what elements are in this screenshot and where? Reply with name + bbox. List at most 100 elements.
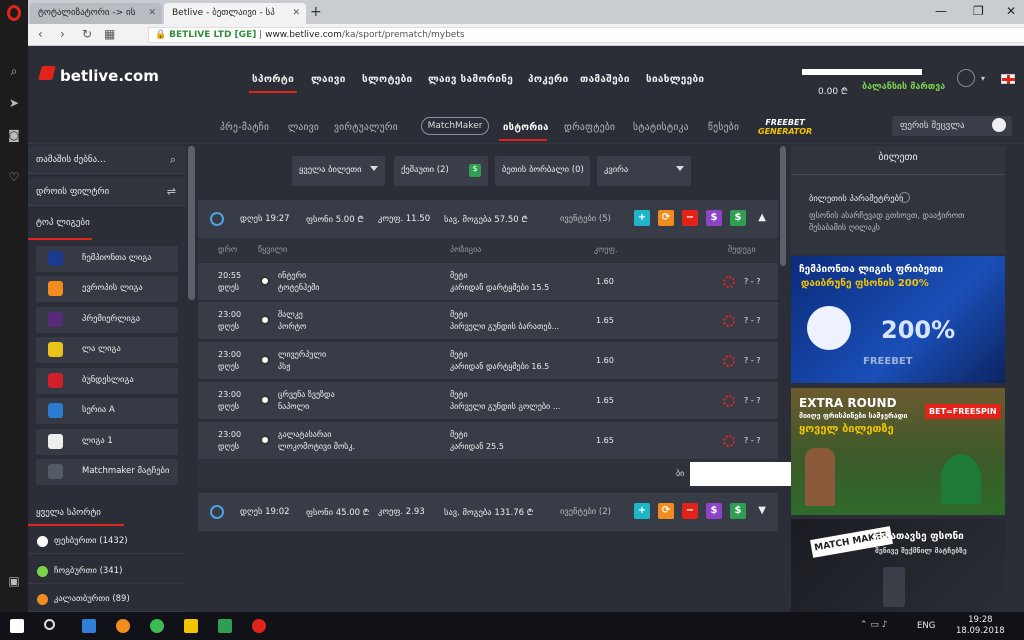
forward-icon[interactable]: ›: [60, 27, 65, 41]
subnav-virtual[interactable]: ვირტუალური: [334, 122, 398, 133]
repeat-button[interactable]: ⟳: [658, 210, 674, 226]
bet-date: დღეს 19:02: [240, 507, 290, 517]
cashout-filter[interactable]: ქეშაუთი (2) $: [394, 156, 488, 186]
nav-live-casino[interactable]: ლაივ სამორინე: [428, 74, 513, 85]
excel-icon[interactable]: [218, 619, 232, 633]
browser-tab-2[interactable]: Betlive - ბეთლაივი - სპ ✕: [164, 3, 306, 24]
sport-item[interactable]: კალათბურთი (89): [28, 588, 186, 612]
chevron-down-icon[interactable]: ▼: [758, 505, 766, 516]
nav-live[interactable]: ლაივი: [311, 74, 346, 85]
repeat-button[interactable]: ⟳: [658, 503, 674, 519]
firefox-icon[interactable]: [116, 619, 130, 633]
search-icon[interactable]: ⌕: [7, 64, 21, 79]
nav-news[interactable]: სიახლეები: [646, 74, 704, 85]
search-icon[interactable]: [44, 619, 55, 630]
time-filter-button[interactable]: დროის ფილტრი ⇌: [28, 178, 186, 206]
freebet-generator-link[interactable]: FREEBET GENERATOR: [758, 118, 812, 136]
info-icon[interactable]: [899, 192, 910, 203]
color-theme-button[interactable]: ფერის შეცვლა: [892, 116, 1012, 136]
send-icon[interactable]: ➤: [7, 96, 21, 110]
bet-row[interactable]: 23:00 დღეს გალატასარაი ლოკომოტივი მოსკ. მე…: [198, 421, 778, 459]
nav-sport[interactable]: სპორტი: [252, 74, 294, 85]
dollar-button[interactable]: $: [706, 503, 722, 519]
bet-row[interactable]: 23:00 დღეს ლივერპული პსჟ მეტი კარიდან დარტყ…: [198, 341, 778, 379]
banner-subtitle: შენივე შექმნილ მატჩებზე: [875, 547, 967, 555]
edge-icon[interactable]: [82, 619, 96, 633]
heart-icon[interactable]: ♡: [7, 170, 21, 184]
browser-tab-1[interactable]: ტოტალიზატორი -> ის ✕: [30, 3, 162, 24]
nav-games[interactable]: თამაშები: [580, 74, 630, 85]
cashout-button[interactable]: $: [730, 210, 746, 226]
subnav-prematch[interactable]: პრე-მატჩი: [220, 122, 269, 133]
tray-icons[interactable]: ⌃ ▭ ♪: [860, 620, 888, 630]
remove-button[interactable]: −: [682, 503, 698, 519]
explorer-icon[interactable]: [184, 619, 198, 633]
close-window-button[interactable]: ✕: [1006, 4, 1016, 18]
champions-freebet-banner[interactable]: ჩემპიონთა ლიგის ფრიბეთი დაიბრუნე ფსონის …: [791, 256, 1005, 383]
league-item[interactable]: ბუნდესლიგა: [36, 368, 178, 394]
opera-icon[interactable]: [252, 619, 266, 633]
subnav-rules[interactable]: წესები: [708, 122, 739, 133]
bet-slip-settings[interactable]: ბილეთის პარამეტრები: [809, 194, 903, 204]
add-button[interactable]: +: [634, 503, 650, 519]
matchmaker-banner[interactable]: MATCH MAKER განათავსე ფსონი შენივე შექმნ…: [791, 519, 1005, 612]
sport-item[interactable]: ჩოგბურთი (341): [28, 560, 186, 584]
nav-slots[interactable]: სლოტები: [362, 74, 413, 85]
period-select[interactable]: კვირა: [597, 156, 691, 186]
matchmaker-button[interactable]: MatchMaker: [421, 117, 489, 135]
user-avatar-icon[interactable]: [957, 69, 975, 87]
sport-item[interactable]: ფეხბურთი (1432): [28, 530, 186, 554]
league-item[interactable]: ევროპის ლიგა: [36, 276, 178, 302]
bet-row[interactable]: 23:00 დღეს შალკე პორტო მეტი პირველი გუნდის …: [198, 301, 778, 339]
game-search-input[interactable]: თამაშის ძებნა... ⌕: [28, 146, 186, 174]
site-logo[interactable]: betlive.com: [60, 67, 159, 85]
subnav-history[interactable]: ისტორია: [503, 122, 549, 133]
league-item[interactable]: ლიგა 1: [36, 429, 178, 455]
league-item[interactable]: სერია A: [36, 398, 178, 424]
bet-header[interactable]: დღეს 19:27 ფსონი 5.00 ₾ კოეფ. 11.50 სავ.…: [198, 200, 778, 238]
cashout-button[interactable]: $: [730, 503, 746, 519]
subnav-drafts[interactable]: დრაფტები: [564, 122, 615, 133]
close-tab-icon[interactable]: ✕: [292, 8, 300, 18]
main-scrollbar[interactable]: [780, 146, 786, 266]
taskbar-clock[interactable]: 19:28 18.09.2018: [956, 615, 1005, 637]
league-item[interactable]: ლა ლიგა: [36, 337, 178, 363]
camera-icon[interactable]: ◙: [7, 128, 21, 142]
georgia-flag-icon[interactable]: [1001, 74, 1015, 84]
url-field[interactable]: 🔒 BETLIVE LTD [GE] | www.betlive.com/ka/…: [148, 27, 1024, 43]
chevron-down-icon[interactable]: ▾: [981, 74, 985, 83]
balance-manage-link[interactable]: ბალანსის მართვა: [862, 82, 945, 92]
bet-row[interactable]: 23:00 დღეს ცრვენა ზვეზდა ნაპოლი მეტი პირველ…: [198, 381, 778, 419]
opera-menu-button[interactable]: [0, 0, 28, 28]
add-button[interactable]: +: [634, 210, 650, 226]
bet-row[interactable]: 20:55 დღეს ინტერი ტოტენჰემი მეტი კარიდან და…: [198, 262, 778, 300]
extra-round-banner[interactable]: EXTRA ROUND მიიღე ფრისპინები სამჯერადი ყ…: [791, 388, 1005, 515]
league-item[interactable]: პრემიერლიგა: [36, 307, 178, 333]
chevron-up-icon[interactable]: ▲: [758, 212, 766, 223]
subnav-live[interactable]: ლაივი: [288, 122, 319, 133]
maximize-button[interactable]: ❐: [973, 4, 984, 18]
minimize-button[interactable]: —: [935, 4, 947, 18]
row-selection: კარიდან დარტყმები 15.5: [450, 283, 550, 292]
new-tab-button[interactable]: +: [310, 4, 322, 20]
subnav-statistics[interactable]: სტატისტიკა: [633, 122, 689, 133]
speed-dial-icon[interactable]: ▦: [104, 27, 115, 41]
left-scrollbar[interactable]: [188, 146, 195, 300]
bet-header[interactable]: დღეს 19:02 ფსონი 45.00 ₾ კოეფ. 2.93 სავ.…: [198, 493, 778, 531]
league-item[interactable]: ჩემპიონთა ლიგა: [36, 246, 178, 272]
bet-wheel-filter[interactable]: ბეთის ბორბალი (0): [495, 156, 590, 186]
all-bets-select[interactable]: ყველა ბილეთი: [292, 156, 385, 186]
row-day: დღეს: [218, 362, 240, 371]
close-tab-icon[interactable]: ✕: [148, 8, 156, 18]
site-header: betlive.com სპორტი ლაივი სლოტები ლაივ სა…: [28, 47, 1024, 109]
dollar-button[interactable]: $: [706, 210, 722, 226]
start-icon[interactable]: [10, 619, 24, 633]
sidebar-toggle-icon[interactable]: ▣: [7, 574, 21, 588]
nav-poker[interactable]: პოკერი: [528, 74, 568, 85]
back-icon[interactable]: ‹: [38, 27, 43, 41]
chrome-icon[interactable]: [150, 619, 164, 633]
league-item[interactable]: Matchmaker მატჩები: [36, 459, 178, 485]
remove-button[interactable]: −: [682, 210, 698, 226]
language-indicator[interactable]: ENG: [917, 621, 935, 631]
reload-icon[interactable]: ↻: [82, 27, 92, 41]
